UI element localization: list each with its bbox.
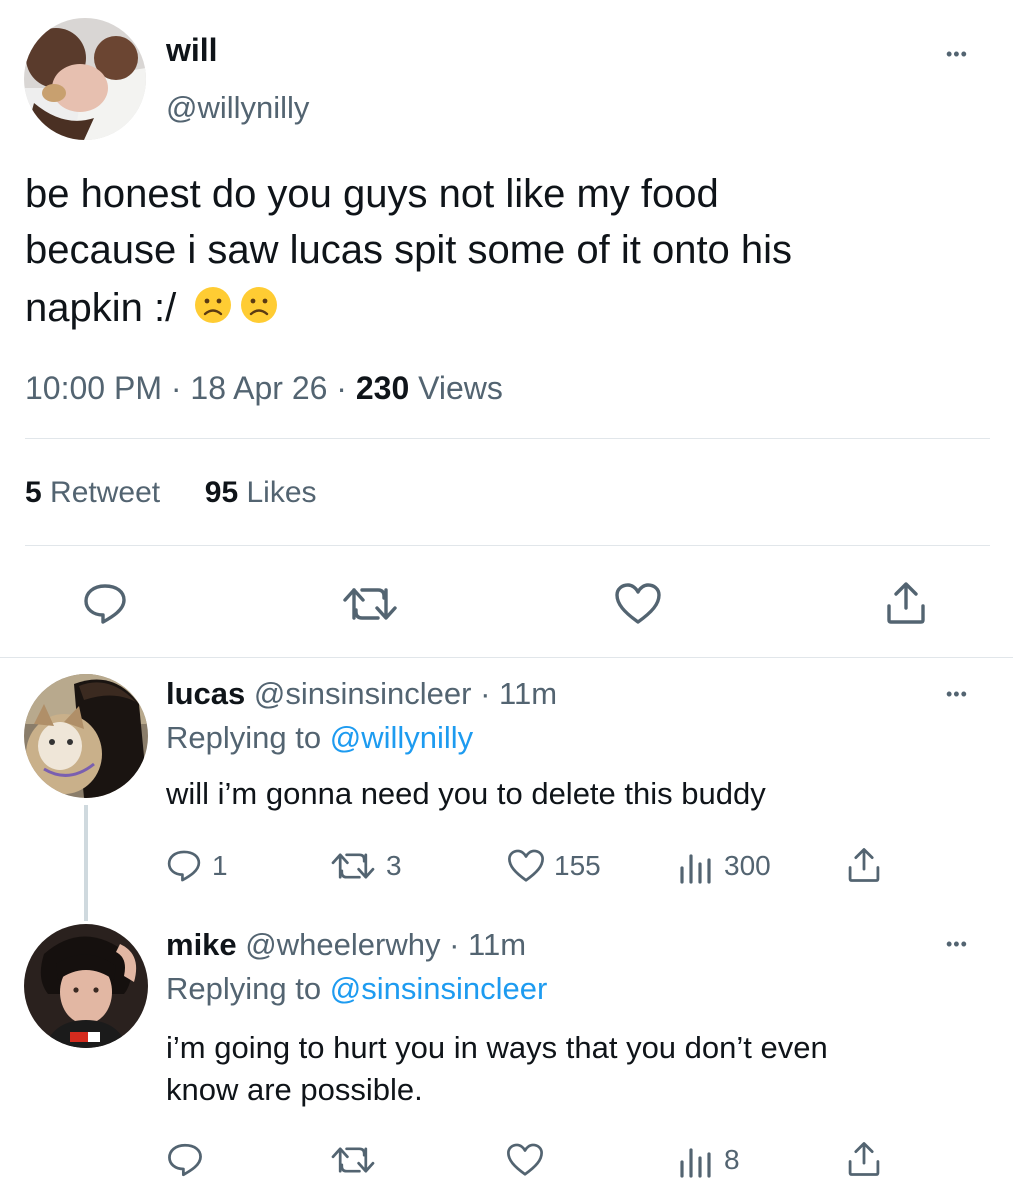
likes-label[interactable]: Likes [247,476,317,509]
retweet-label[interactable]: Retweet [50,476,160,509]
more-icon[interactable]: ••• [946,934,968,955]
retweet-icon[interactable] [329,1144,377,1176]
timestamp-row: 10:00 PM · 18 Apr 26 · 230 Views [25,370,503,407]
thread-line [84,805,88,921]
views-count: 300 [724,850,771,881]
retweet-icon[interactable] [340,584,400,624]
divider [25,438,990,439]
reply-text: will i’m gonna need you to delete this b… [166,776,766,811]
share-icon[interactable] [884,580,928,626]
reply-icon[interactable] [82,582,128,626]
separator: · [480,676,491,711]
handle[interactable]: @wheelerwhy [245,927,440,962]
tweet-text: be honest do you guys not like my food b… [25,166,792,340]
views-label: Views [418,370,503,406]
reply-icon[interactable] [166,848,202,884]
divider [25,545,990,546]
share-icon[interactable] [846,1140,882,1178]
views-icon[interactable] [678,1144,712,1178]
replying-to-link[interactable]: @sinsinsincleer [330,971,548,1006]
display-name[interactable]: mike [166,927,237,962]
more-icon[interactable]: ••• [946,44,968,65]
likes-count[interactable]: 95 [205,476,238,509]
more-icon[interactable]: ••• [946,684,968,705]
views-icon[interactable] [678,850,712,884]
reply-icon[interactable] [166,1142,204,1178]
reply-time[interactable]: 11m [468,927,526,962]
like-icon[interactable] [507,848,545,884]
tweet-date[interactable]: 18 Apr 26 [190,370,327,406]
replying-to: Replying to @willynilly [166,720,473,756]
retweet-count: 3 [386,850,402,881]
replying-to: Replying to @sinsinsincleer [166,971,547,1007]
retweet-count[interactable]: 5 [25,476,42,509]
separator: · [449,927,460,962]
replying-prefix: Replying to [166,971,322,1006]
tweet-text-line-3: napkin :/ [25,286,177,330]
display-name[interactable]: will [166,32,218,69]
replying-to-link[interactable]: @willynilly [330,720,473,755]
like-icon[interactable] [614,582,662,626]
handle[interactable]: @sinsinsincleer [254,676,472,711]
views-count: 8 [724,1144,740,1175]
reply-time[interactable]: 11m [499,676,557,711]
reply-header: mike @wheelerwhy · 11m [166,927,526,963]
replying-prefix: Replying to [166,720,322,755]
tweet-text-line: be honest do you guys not like my food [25,172,719,216]
avatar-lucas[interactable] [24,674,148,798]
tweet-text-line: because i saw lucas spit some of it onto… [25,228,793,272]
reply-text-line: i’m going to hurt you in ways that you d… [166,1030,828,1065]
display-name[interactable]: lucas [166,676,245,711]
views-count: 230 [355,370,410,406]
avatar-mike[interactable] [24,924,148,1048]
tweet-text-line: napkin :/ [25,280,792,340]
separator: · [170,370,191,406]
reply-header: lucas @sinsinsincleer · 11m [166,676,557,712]
separator: · [336,370,356,406]
retweet-icon[interactable] [329,850,377,882]
share-icon[interactable] [846,846,882,884]
like-count: 155 [554,850,601,881]
frown-emoji [193,284,281,340]
tweet-time[interactable]: 10:00 PM [25,370,162,406]
reply-text-line: know are possible. [166,1072,423,1107]
divider [0,657,1013,658]
engagement-row: 5 Retweet 95 Likes [25,476,317,510]
handle[interactable]: @willynilly [166,90,309,126]
like-icon[interactable] [506,1142,544,1178]
avatar-will[interactable] [24,18,146,140]
reply-text: i’m going to hurt you in ways that you d… [166,1027,828,1111]
reply-count: 1 [212,850,228,881]
